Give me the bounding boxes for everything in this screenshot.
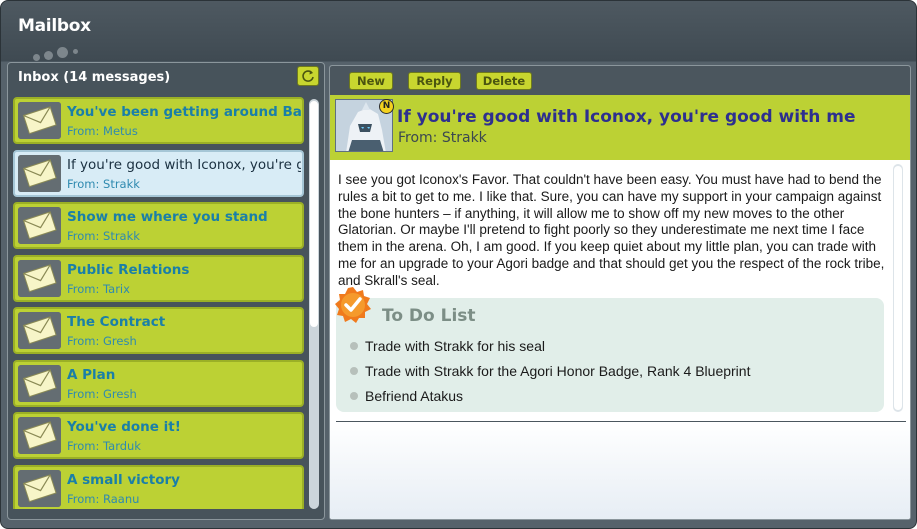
reply-button[interactable]: Reply — [408, 72, 461, 90]
inbox-title: Inbox (14 messages) — [18, 70, 171, 85]
inbox-scrollbar[interactable] — [309, 99, 319, 509]
message-subject: A Plan — [67, 366, 116, 383]
message-subject: If you're good with Iconox, you're g — [67, 156, 301, 173]
inbox-panel: Inbox (14 messages) You've been getting … — [7, 62, 325, 520]
todo-item: Trade with Strakk for his seal — [350, 338, 545, 354]
message-subject: Public Relations — [67, 261, 190, 278]
message-from: From: Raanu — [67, 491, 140, 506]
reader-scrollbar[interactable] — [893, 164, 903, 412]
inbox-scroll-thumb[interactable] — [310, 101, 318, 327]
message-sender: From: Strakk — [398, 130, 487, 146]
message-body: I see you got Iconox's Favor. That could… — [330, 160, 910, 422]
message-subject: You've been getting around Bara M — [67, 104, 301, 120]
message-from: From: Tarix — [67, 281, 130, 296]
message-list: You've been getting around Bara M From: M… — [13, 97, 306, 509]
window-title: Mailbox — [18, 16, 91, 36]
envelope-icon — [18, 469, 61, 507]
message-from: From: Gresh — [67, 386, 137, 401]
envelope-icon — [18, 417, 61, 454]
reader-scroll-thumb[interactable] — [894, 166, 902, 410]
message-subject: Show me where you stand — [67, 209, 268, 225]
refresh-icon — [302, 70, 314, 82]
message-subject: You've done it! — [67, 419, 181, 435]
inbox-message-row[interactable]: A Plan From: Gresh — [13, 359, 304, 407]
inbox-message-row[interactable]: The Contract From: Gresh — [13, 307, 304, 354]
new-button[interactable]: New — [349, 72, 393, 90]
message-from: From: Gresh — [67, 334, 137, 348]
inbox-message-row[interactable]: Show me where you stand From: Strakk — [13, 202, 304, 249]
message-from: From: Tarduk — [67, 439, 141, 453]
message-header: N If you're good with Iconox, you're goo… — [330, 95, 910, 160]
todo-title: To Do List — [382, 306, 476, 326]
envelope-icon — [18, 312, 61, 349]
envelope-icon — [18, 154, 61, 192]
inbox-message-row[interactable]: You've done it! From: Tarduk — [13, 412, 304, 459]
envelope-icon — [18, 364, 61, 402]
message-subject: A small victory — [67, 471, 180, 488]
message-toolbar: New Reply Delete — [330, 66, 910, 95]
message-reader: New Reply Delete N If you're good with I… — [329, 65, 911, 520]
delete-button[interactable]: Delete — [476, 72, 532, 90]
inbox-message-row[interactable]: Public Relations From: Tarix — [13, 254, 304, 302]
inbox-header: Inbox (14 messages) — [8, 63, 324, 91]
refresh-button[interactable] — [297, 66, 319, 86]
todo-item: Trade with Strakk for the Agori Honor Ba… — [350, 363, 750, 379]
inbox-message-row[interactable]: A small victory From: Raanu — [13, 464, 304, 509]
inbox-message-row[interactable]: You've been getting around Bara M From: M… — [13, 97, 304, 144]
todo-item: Befriend Atakus — [350, 388, 463, 404]
envelope-icon — [18, 102, 61, 139]
decorative-dots — [33, 46, 93, 62]
reader-footer-area — [330, 422, 910, 519]
message-title: If you're good with Iconox, you're good … — [397, 107, 856, 127]
message-from: From: Metus — [67, 124, 138, 138]
message-from: From: Strakk — [67, 229, 140, 243]
message-from: From: Strakk — [67, 176, 140, 191]
inbox-message-row[interactable]: If you're good with Iconox, you're g From… — [13, 149, 304, 197]
todo-list: To Do List Trade with Strakk for his sea… — [335, 287, 884, 412]
message-subject: The Contract — [67, 314, 166, 330]
checkmark-badge-icon — [335, 287, 371, 323]
mailbox-window: Mailbox Inbox (14 messages) You've been … — [0, 0, 917, 529]
envelope-icon — [18, 207, 61, 244]
new-badge-icon: N — [379, 99, 394, 114]
envelope-icon — [18, 259, 61, 297]
message-body-text: I see you got Iconox's Favor. That could… — [338, 172, 885, 288]
